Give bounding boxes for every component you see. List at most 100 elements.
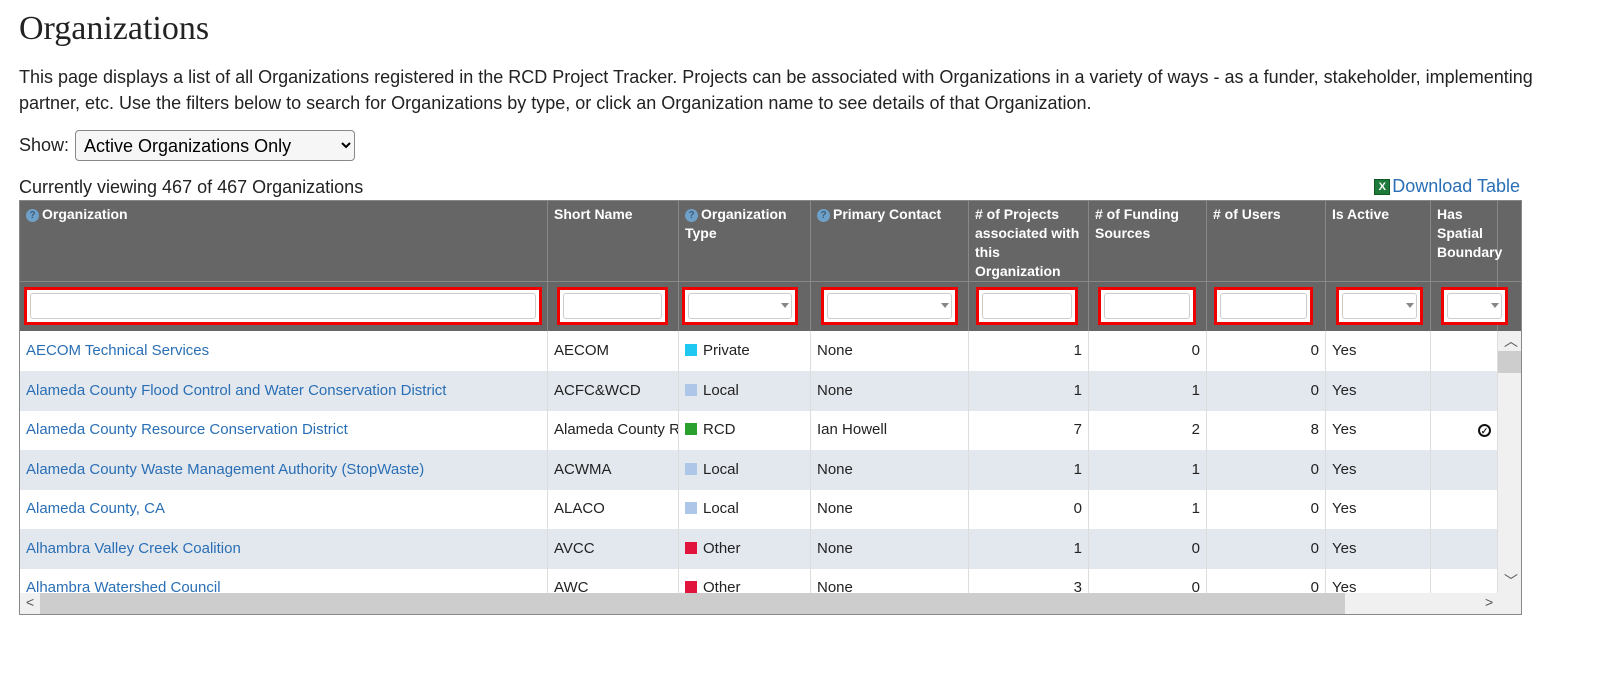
- cell-has-spatial-boundary: [1431, 568, 1498, 593]
- scroll-up-icon[interactable]: ︿: [1504, 331, 1518, 351]
- filter-primary-contact[interactable]: [821, 287, 958, 325]
- show-select[interactable]: Active Organizations Only: [75, 130, 356, 161]
- cell-short-name: Alameda County RCD: [548, 410, 679, 450]
- type-label: Other: [703, 579, 741, 593]
- cell-users-count: 0: [1207, 449, 1326, 490]
- organization-link[interactable]: Alhambra Watershed Council: [26, 579, 221, 593]
- scroll-left-icon[interactable]: <: [26, 594, 34, 610]
- organizations-grid: ? Organization Short Name? Organization Typ…: [19, 200, 1522, 615]
- organization-link[interactable]: Alameda County Waste Management Authorit…: [26, 461, 424, 478]
- column-header-label: Primary Contact: [833, 206, 942, 222]
- organization-link[interactable]: Alameda County Resource Conservation Dis…: [26, 421, 348, 438]
- cell-organization-type: RCD: [679, 410, 811, 450]
- dropdown-arrow-icon: [941, 303, 949, 312]
- cell-organization: Alhambra Watershed Council: [20, 568, 548, 593]
- cell-funding-sources-count: 0: [1089, 528, 1207, 569]
- filter-users-count[interactable]: [1214, 287, 1313, 325]
- cell-organization: Alhambra Valley Creek Coalition: [20, 528, 548, 569]
- cell-projects-count: 7: [969, 410, 1089, 450]
- cell-short-name: ACFC&WCD: [548, 370, 679, 411]
- cell-organization: Alameda County Resource Conservation Dis…: [20, 410, 548, 450]
- organization-link[interactable]: AECOM Technical Services: [26, 342, 209, 359]
- cell-is-active: Yes: [1326, 331, 1431, 371]
- organization-link[interactable]: Alameda County, CA: [26, 500, 165, 517]
- table-row: Alhambra Valley Creek Coalition AVCC Other…: [20, 528, 1498, 569]
- cell-organization-type: Other: [679, 568, 811, 593]
- vertical-scrollbar[interactable]: ︿ ﹀: [1498, 331, 1521, 593]
- scroll-down-icon[interactable]: ﹀: [1504, 571, 1518, 591]
- column-header-label: Organization: [42, 206, 128, 222]
- cell-projects-count: 1: [969, 449, 1089, 490]
- type-color-swatch: [685, 581, 697, 593]
- record-count: Currently viewing 467 of 467 Organizatio…: [19, 177, 364, 197]
- cell-users-count: 0: [1207, 370, 1326, 411]
- type-label: Local: [703, 460, 739, 478]
- column-header-label: Has Spatial Boundary: [1437, 206, 1503, 260]
- filter-has-spatial-boundary[interactable]: [1441, 287, 1508, 325]
- cell-organization: Alameda County Flood Control and Water C…: [20, 370, 548, 411]
- filter-organization-type[interactable]: [682, 287, 798, 325]
- filter-funding-sources-count[interactable]: [1098, 287, 1196, 325]
- scroll-right-icon[interactable]: >: [1485, 594, 1493, 610]
- cell-is-active: Yes: [1326, 489, 1431, 529]
- cell-is-active: Yes: [1326, 410, 1431, 450]
- cell-funding-sources-count: 1: [1089, 489, 1207, 529]
- organization-link[interactable]: Alhambra Valley Creek Coalition: [26, 540, 241, 557]
- cell-has-spatial-boundary: ✓: [1431, 410, 1498, 450]
- download-table-link[interactable]: X Download Table: [1374, 176, 1520, 197]
- column-header-label: Organization Type: [685, 206, 787, 241]
- table-row: AECOM Technical Services AECOM Private None…: [20, 331, 1498, 371]
- check-circle-icon: ✓: [1478, 424, 1491, 437]
- cell-funding-sources-count: 1: [1089, 370, 1207, 411]
- cell-is-active: Yes: [1326, 528, 1431, 569]
- organization-link[interactable]: Alameda County Flood Control and Water C…: [26, 382, 446, 399]
- cell-organization-type: Local: [679, 449, 811, 490]
- cell-projects-count: 1: [969, 528, 1089, 569]
- cell-organization: AECOM Technical Services: [20, 331, 548, 371]
- cell-funding-sources-count: 2: [1089, 410, 1207, 450]
- cell-users-count: 0: [1207, 568, 1326, 593]
- help-icon[interactable]: ?: [26, 209, 39, 222]
- cell-organization-type: Local: [679, 489, 811, 529]
- cell-has-spatial-boundary: [1431, 331, 1498, 371]
- cell-users-count: 8: [1207, 410, 1326, 450]
- cell-has-spatial-boundary: [1431, 489, 1498, 529]
- type-label: Other: [703, 539, 741, 557]
- cell-primary-contact: Ian Howell: [811, 410, 969, 450]
- cell-organization: Alameda County Waste Management Authorit…: [20, 449, 548, 490]
- cell-primary-contact: None: [811, 331, 969, 371]
- cell-organization: Alameda County, CA: [20, 489, 548, 529]
- type-label: Local: [703, 381, 739, 399]
- cell-projects-count: 3: [969, 568, 1089, 593]
- filter-projects-count[interactable]: [976, 287, 1078, 325]
- excel-icon: X: [1374, 178, 1391, 195]
- cell-projects-count: 1: [969, 331, 1089, 371]
- type-color-swatch: [685, 383, 697, 396]
- cell-primary-contact: None: [811, 370, 969, 411]
- column-header-label: # of Users: [1213, 206, 1281, 222]
- grid-body: AECOM Technical Services AECOM Private None…: [20, 331, 1498, 593]
- cell-primary-contact: None: [811, 489, 969, 529]
- cell-short-name: ACWMA: [548, 449, 679, 490]
- type-color-swatch: [685, 423, 697, 435]
- type-label: Local: [703, 500, 739, 517]
- cell-users-count: 0: [1207, 331, 1326, 371]
- help-icon[interactable]: ?: [817, 209, 830, 222]
- column-header-label: Is Active: [1332, 206, 1390, 222]
- help-icon[interactable]: ?: [685, 209, 698, 222]
- cell-projects-count: 0: [969, 489, 1089, 529]
- type-color-swatch: [685, 344, 697, 356]
- download-label: Download Table: [1392, 176, 1520, 196]
- filter-organization[interactable]: [24, 287, 542, 325]
- cell-primary-contact: None: [811, 449, 969, 490]
- type-color-swatch: [685, 462, 697, 475]
- cell-is-active: Yes: [1326, 568, 1431, 593]
- cell-funding-sources-count: 0: [1089, 568, 1207, 593]
- column-header-label: Short Name: [554, 206, 633, 222]
- cell-organization-type: Other: [679, 528, 811, 569]
- horizontal-scrollbar[interactable]: < >: [20, 593, 1521, 614]
- filter-is-active[interactable]: [1336, 287, 1423, 325]
- filter-short-name[interactable]: [557, 287, 668, 325]
- table-row: Alameda County Flood Control and Water C…: [20, 370, 1498, 411]
- cell-users-count: 0: [1207, 528, 1326, 569]
